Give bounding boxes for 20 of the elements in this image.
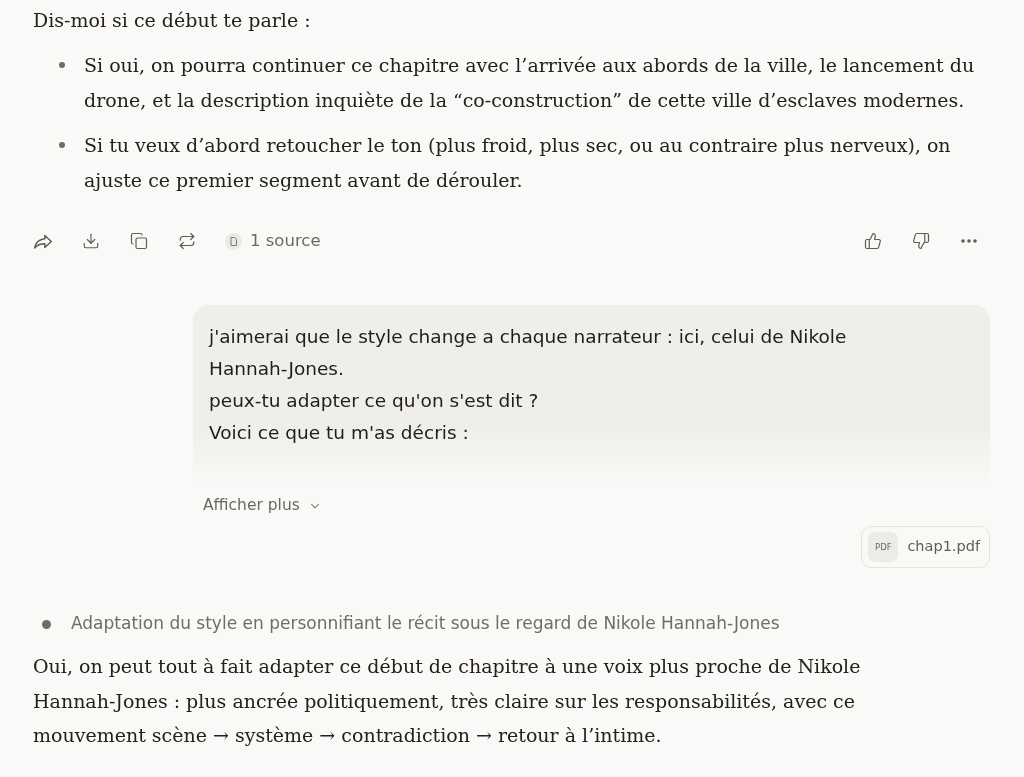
bullet-text: Si oui, on pourra continuer ce chapitre avec l’arrivée aux abords de la ville, le lancement du drone, et la description inquiète de la “co-construction” de cette ville d’esclaves modernes. [84, 53, 976, 113]
bullet-icon [59, 142, 65, 148]
reply-paragraph: Oui, on peut tout à fait adapter ce début de chapitre à une voix plus proche de Nikole Hannah-Jones : plus ancrée politiquement, très claire sur les responsabilités, avec ce mouvement scène → système → contradiction → retour à l’intime. [33, 654, 862, 748]
file-icon [225, 232, 242, 250]
bullet-text: Si tu veux d’abord retoucher le ton (plus froid, plus sec, ou au contraire plus nerveux), on ajuste ce premier segment avant de dérouler. [84, 133, 952, 193]
thumbs-down-icon [912, 232, 930, 250]
thumbs-up-icon [864, 232, 882, 250]
message-text: j'aimerai que le style change a chaque narrateur : ici, celui de Nikole Hannah-Jones. peux-tu adapter ce qu'on s'est dit ? Voici ce que tu m'as décris : [209, 325, 848, 445]
copy-icon [130, 232, 148, 250]
download-icon [82, 232, 100, 250]
reply-intro: Dis-moi si ce début te parle : [33, 8, 311, 33]
bullet-icon [59, 62, 65, 68]
attachment-chip[interactable]: PDF chap1.pdf [861, 526, 990, 568]
retry-icon [178, 232, 196, 250]
share-icon [34, 233, 52, 249]
show-more-button[interactable]: Afficher plus [203, 495, 322, 517]
file-type-badge: PDF [868, 532, 899, 562]
more-icon [961, 239, 977, 243]
sources-button[interactable]: 1 source [223, 225, 323, 257]
thought-summary: Adaptation du style en personnifiant le récit sous le regard de Nikole Hannah-Jones [71, 612, 780, 636]
